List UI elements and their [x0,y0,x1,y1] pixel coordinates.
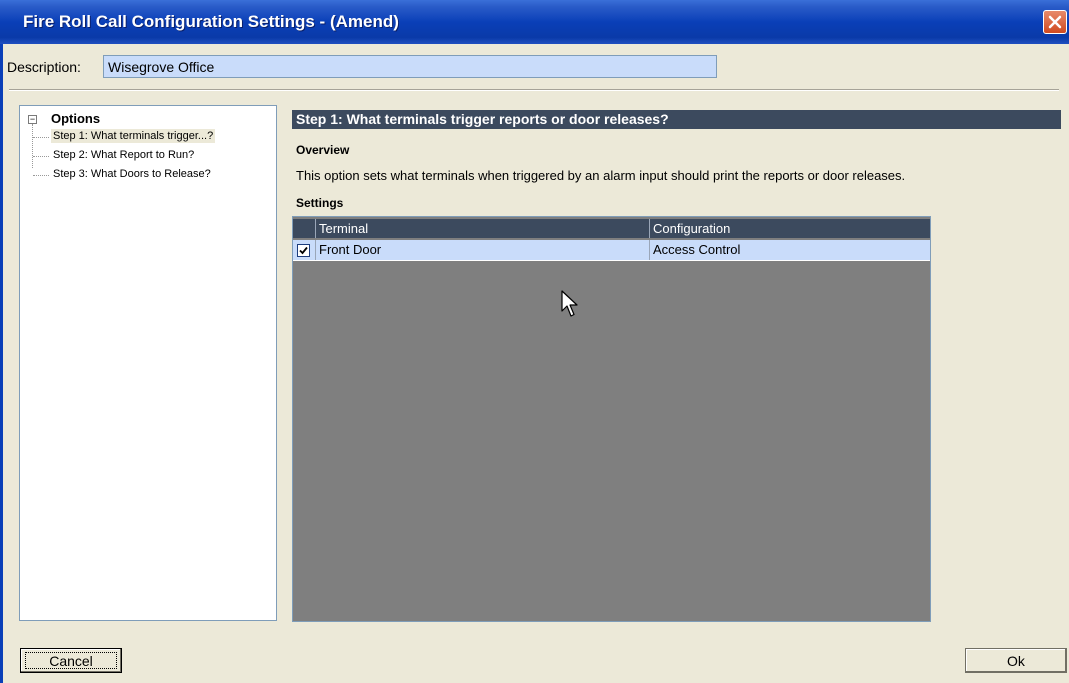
tree-item-step-2[interactable]: Step 2: What Report to Run? [33,149,196,161]
cancel-button[interactable]: Cancel [20,648,122,673]
tree-collapse-icon[interactable]: − [28,115,37,124]
ok-button-label: Ok [1007,653,1025,669]
options-tree[interactable]: − Options Step 1: What terminals trigger… [19,105,277,621]
description-label: Description: [7,59,81,75]
tree-branch-line [33,156,49,157]
title-bar: Fire Roll Call Configuration Settings - … [0,0,1069,44]
focus-rectangle [25,652,117,669]
tree-branch-line [33,137,49,138]
column-header-configuration[interactable]: Configuration [649,219,930,238]
cell-configuration: Access Control [649,240,930,260]
tree-item-label: Step 2: What Report to Run? [53,149,195,161]
terminals-grid[interactable]: Terminal Configuration Front Door Access… [292,216,931,622]
settings-heading: Settings [296,196,344,210]
window-frame-left [0,44,3,683]
step-title: Step 1: What terminals trigger reports o… [296,111,669,127]
close-icon [1048,15,1062,29]
tree-item-label: Step 1: What terminals trigger...? [51,129,216,143]
tree-root-options[interactable]: Options [51,111,100,126]
close-button[interactable] [1043,10,1067,34]
grid-header: Terminal Configuration [293,219,930,238]
description-input[interactable] [103,55,717,78]
row-checkbox[interactable] [297,244,310,257]
overview-heading: Overview [296,143,350,157]
window-title: Fire Roll Call Configuration Settings - … [23,12,399,31]
column-header-terminal[interactable]: Terminal [315,219,649,238]
ok-button[interactable]: Ok [965,648,1067,673]
tree-item-label: Step 3: What Doors to Release? [53,168,211,180]
tree-branch-line [33,175,49,176]
tree-connector-line [32,124,33,168]
tree-item-step-1[interactable]: Step 1: What terminals trigger...? [33,129,216,143]
checkmark-icon [299,246,308,255]
mouse-pointer-icon [561,290,578,317]
cell-terminal: Front Door [315,240,649,260]
table-row[interactable]: Front Door Access Control [293,240,930,261]
overview-text: This option sets what terminals when tri… [296,168,906,183]
separator-line [9,89,1059,91]
tree-item-step-3[interactable]: Step 3: What Doors to Release? [33,168,213,180]
